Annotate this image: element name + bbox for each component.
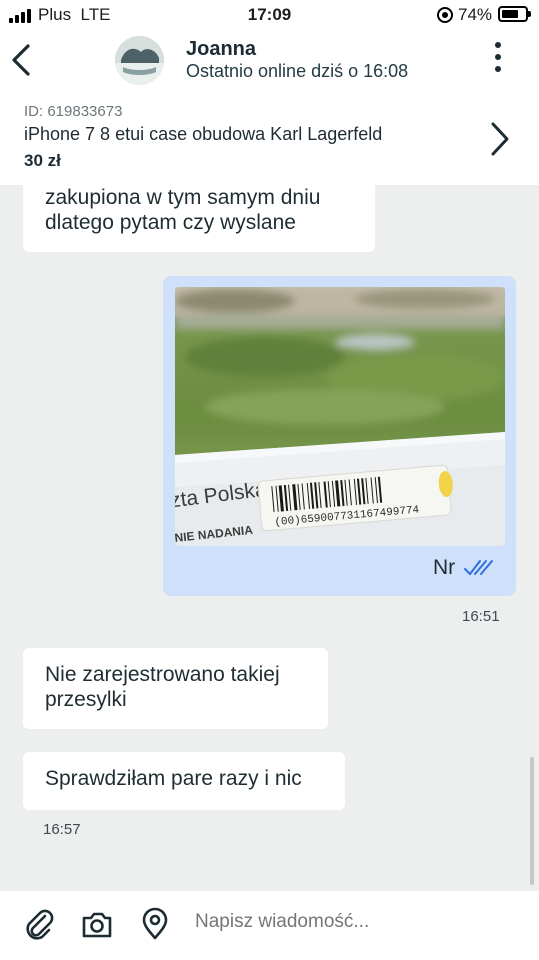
message-caption: Nr (433, 556, 456, 579)
double-check-icon (464, 558, 494, 578)
message-incoming: Sprawdziłam pare razy i nic (23, 752, 345, 810)
product-title: iPhone 7 8 etui case obudowa Karl Lagerf… (24, 124, 383, 144)
paperclip-icon[interactable] (23, 907, 57, 941)
camera-icon[interactable] (80, 907, 114, 941)
message-outgoing: zta Polska NIE NADANIA (00)6590077311674… (163, 276, 516, 596)
message-text: dlatego pytam czy wyslane (45, 211, 296, 234)
rotation-lock-icon (437, 7, 453, 23)
product-price: 30 zł (24, 151, 61, 170)
message-list[interactable]: zakupiona w tym samym dniu dlatego pytam… (0, 185, 539, 891)
scrollbar[interactable] (530, 757, 534, 885)
message-text: przesylki (45, 688, 127, 711)
message-time: 16:51 (462, 608, 500, 625)
back-arrow-icon[interactable] (8, 42, 38, 78)
product-card[interactable]: ID: 619833673 iPhone 7 8 etui case obudo… (0, 93, 539, 185)
contact-name: Joanna (186, 38, 257, 60)
avatar[interactable] (115, 36, 164, 85)
battery-icon (498, 6, 531, 22)
location-pin-icon[interactable] (138, 907, 172, 941)
attached-photo[interactable]: zta Polska NIE NADANIA (00)6590077311674… (175, 287, 505, 546)
message-text: Nie zarejestrowano takiej (45, 663, 280, 686)
status-bar: Plus LTE 17:09 74% (0, 0, 539, 30)
message-time: 16:57 (43, 821, 81, 838)
chat-header: Joanna Ostatnio online dziś o 16:08 (0, 30, 539, 93)
message-composer (0, 891, 539, 960)
message-incoming: zakupiona w tym samym dniu dlatego pytam… (23, 185, 375, 252)
message-text: Sprawdziłam pare razy i nic (45, 767, 302, 790)
message-incoming: Nie zarejestrowano takiej przesylki (23, 648, 328, 729)
message-input[interactable] (195, 911, 515, 933)
more-vertical-icon[interactable] (490, 42, 506, 78)
battery-percent: 74% (458, 5, 493, 24)
online-status: Ostatnio online dziś o 16:08 (186, 61, 409, 81)
message-text: zakupiona w tym samym dniu (45, 186, 321, 209)
chevron-right-icon[interactable] (486, 119, 514, 159)
product-id: ID: 619833673 (24, 103, 123, 120)
